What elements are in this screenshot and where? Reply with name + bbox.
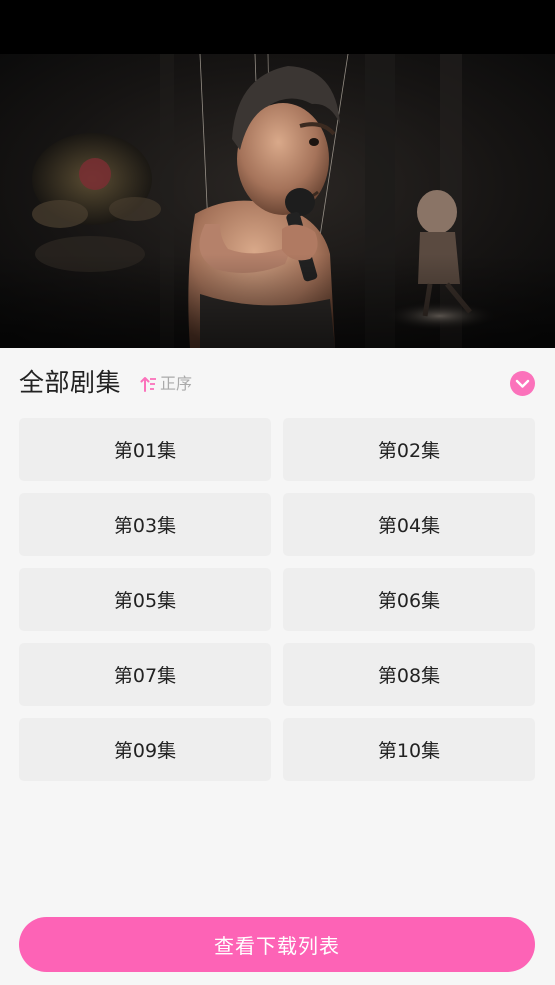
episode-button[interactable]: 第02集 bbox=[283, 418, 535, 481]
episode-button[interactable]: 第08集 bbox=[283, 643, 535, 706]
panel-title: 全部剧集 bbox=[19, 368, 122, 397]
screen: 全部剧集 正序 第01集 第02集 第03集 第04集 第05集 第06集 第0… bbox=[0, 0, 555, 985]
collapse-button[interactable] bbox=[510, 371, 535, 396]
sort-ascending-icon bbox=[140, 377, 156, 392]
video-player[interactable] bbox=[0, 54, 555, 348]
episode-button[interactable]: 第01集 bbox=[19, 418, 271, 481]
episode-button[interactable]: 第09集 bbox=[19, 718, 271, 781]
status-bar bbox=[0, 0, 555, 54]
episode-grid: 第01集 第02集 第03集 第04集 第05集 第06集 第07集 第08集 … bbox=[19, 418, 535, 781]
sort-toggle[interactable]: 正序 bbox=[140, 373, 192, 395]
episode-button[interactable]: 第03集 bbox=[19, 493, 271, 556]
panel-header: 全部剧集 正序 bbox=[0, 348, 555, 418]
view-download-list-button[interactable]: 查看下载列表 bbox=[19, 917, 535, 972]
episode-button[interactable]: 第06集 bbox=[283, 568, 535, 631]
episode-button[interactable]: 第07集 bbox=[19, 643, 271, 706]
episode-button[interactable]: 第05集 bbox=[19, 568, 271, 631]
sort-label: 正序 bbox=[160, 374, 193, 393]
episode-button[interactable]: 第10集 bbox=[283, 718, 535, 781]
video-frame bbox=[0, 54, 555, 348]
chevron-down-icon bbox=[515, 379, 530, 388]
episode-button[interactable]: 第04集 bbox=[283, 493, 535, 556]
episode-panel: 全部剧集 正序 第01集 第02集 第03集 第04集 第05集 第06集 第0… bbox=[0, 348, 555, 985]
